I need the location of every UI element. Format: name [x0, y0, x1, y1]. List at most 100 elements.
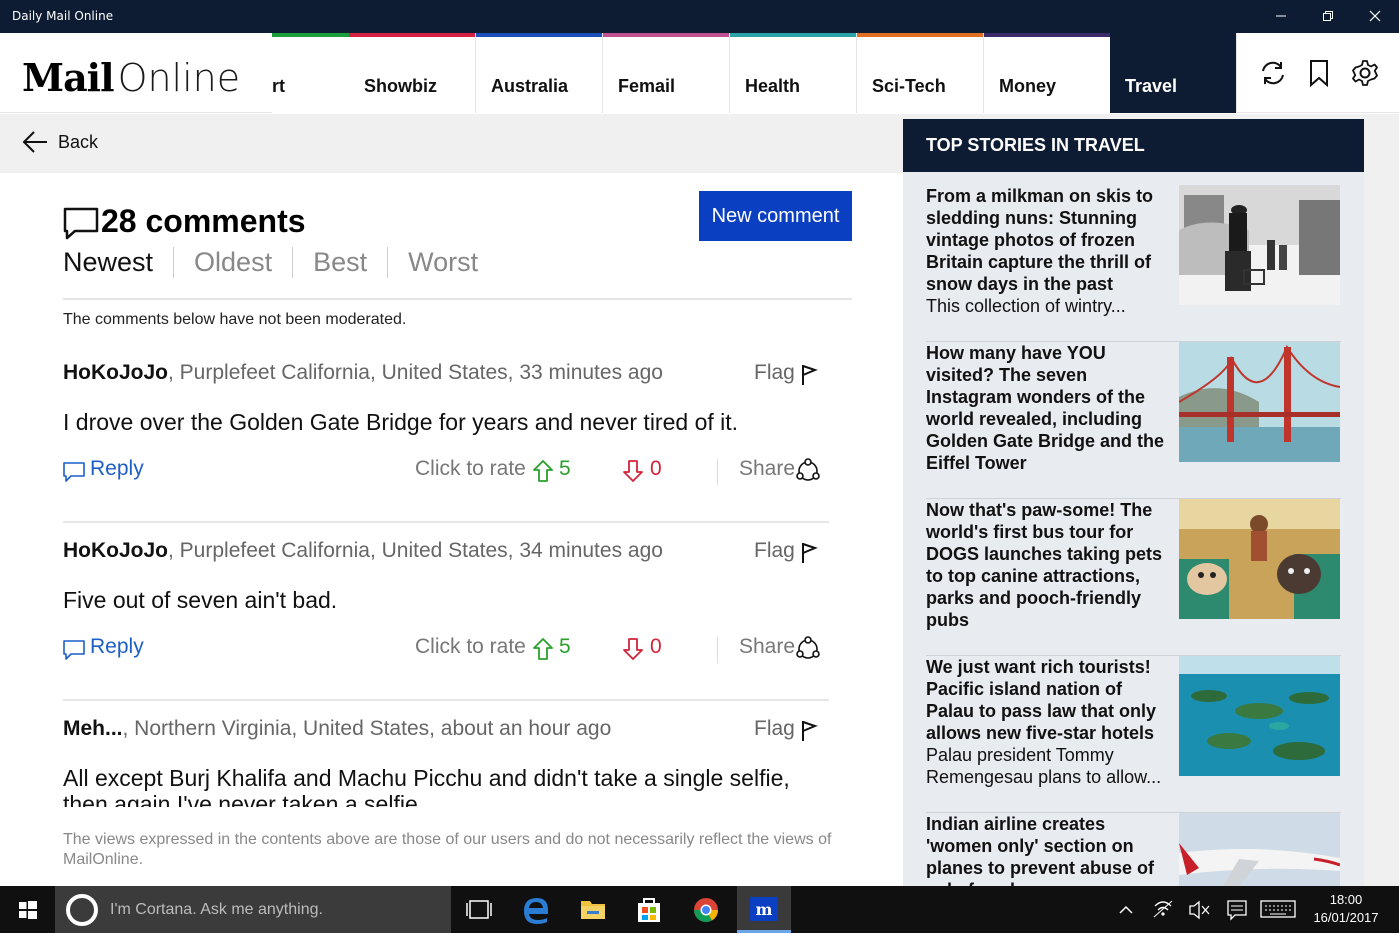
comment-meta: HoKoJoJo, Purplefeet California, United …	[63, 361, 663, 385]
story-text: How many have YOU visited? The seven Ins…	[926, 342, 1168, 474]
touch-keyboard-button[interactable]	[1258, 886, 1298, 933]
arrow-down-icon	[623, 638, 643, 660]
task-view-button[interactable]	[453, 886, 505, 933]
story-text: Indian airline creates 'women only' sect…	[926, 813, 1168, 886]
new-comment-button[interactable]: New comment	[699, 191, 852, 241]
taskbar-store[interactable]	[623, 886, 675, 933]
keyboard-icon	[1260, 900, 1296, 918]
close-button[interactable]	[1362, 4, 1388, 30]
comment-count-label: 28 comments	[101, 203, 306, 239]
comment-author[interactable]: HoKoJoJo	[63, 539, 168, 562]
flag-label: Flag	[754, 361, 795, 384]
comments-disclaimer: The views expressed in the contents abov…	[63, 831, 832, 868]
tab-sci-tech[interactable]: Sci-Tech	[857, 33, 984, 113]
comment-author[interactable]: HoKoJoJo	[63, 361, 168, 384]
flag-button[interactable]: Flag	[754, 717, 818, 741]
title-bar: Daily Mail Online	[0, 0, 1399, 33]
story-card[interactable]: We just want rich tourists! Pacific isla…	[926, 656, 1341, 813]
minimize-button[interactable]	[1268, 4, 1294, 30]
tab-color-bar	[603, 33, 729, 37]
story-thumbnail	[1179, 342, 1340, 462]
share-label: Share	[739, 457, 796, 480]
story-card[interactable]: From a milkman on skis to sledding nuns:…	[926, 185, 1341, 342]
click-to-rate-label: Click to rate	[415, 457, 526, 480]
wifi-status[interactable]	[1148, 886, 1178, 933]
svg-text:m: m	[756, 900, 773, 919]
show-hidden-icons-button[interactable]	[1112, 886, 1140, 933]
windows-logo-icon	[19, 901, 37, 919]
action-separator	[717, 637, 718, 663]
tab-australia[interactable]: Australia	[476, 33, 603, 113]
story-card[interactable]: How many have YOU visited? The seven Ins…	[926, 342, 1341, 499]
story-card[interactable]: Indian airline creates 'women only' sect…	[926, 813, 1341, 886]
tab-health[interactable]: Health	[730, 33, 857, 113]
start-button[interactable]	[0, 886, 55, 933]
volume-status[interactable]	[1184, 886, 1214, 933]
cortana-icon	[66, 894, 98, 926]
chrome-icon	[694, 898, 718, 923]
sort-worst[interactable]: Worst	[387, 247, 498, 278]
reply-icon	[63, 462, 85, 482]
comment-item: HoKoJoJo, Purplefeet California, United …	[63, 523, 829, 701]
comment-bubble-icon	[63, 207, 99, 240]
reply-icon	[63, 640, 85, 660]
tab-travel[interactable]: Travel	[1110, 33, 1237, 113]
arrow-down-icon	[623, 460, 643, 482]
wifi-icon	[1153, 900, 1173, 918]
tab-money[interactable]: Money	[984, 33, 1111, 113]
click-to-rate-label: Click to rate	[415, 635, 526, 658]
flag-button[interactable]: Flag	[754, 361, 818, 385]
refresh-icon[interactable]	[1259, 59, 1287, 89]
taskbar-chrome[interactable]	[680, 886, 732, 933]
story-text: Now that's paw-some! The world's first b…	[926, 499, 1168, 631]
edge-icon	[524, 898, 548, 924]
comment-text: I drove over the Golden Gate Bridge for …	[63, 409, 739, 435]
tab-femail[interactable]: Femail	[603, 33, 730, 113]
maximize-button[interactable]	[1315, 4, 1341, 30]
app-header: Mail Online rt Showbiz Australia Femail H…	[0, 33, 1399, 113]
notification-icon	[1227, 900, 1247, 921]
downvote-count: 0	[650, 457, 662, 480]
taskbar-mailonline[interactable]: m	[737, 886, 791, 933]
sort-oldest[interactable]: Oldest	[173, 247, 292, 278]
store-icon	[638, 898, 660, 922]
story-summary: This collection of wintry...	[926, 296, 1126, 316]
cortana-search-box[interactable]: I'm Cortana. Ask me anything.	[55, 886, 451, 933]
sort-best[interactable]: Best	[292, 247, 387, 278]
tab-label: Femail	[618, 76, 676, 96]
mailonline-app-icon: m	[750, 897, 778, 921]
action-separator	[717, 459, 718, 485]
back-button[interactable]: Back	[22, 130, 98, 159]
tab-showbiz[interactable]: Showbiz	[349, 33, 476, 113]
share-icon	[796, 458, 820, 481]
comment-text: All except Burj Khalifa and Machu Picchu…	[63, 765, 790, 807]
flag-icon	[802, 543, 818, 563]
share-icon	[796, 636, 820, 659]
upvote-count: 5	[559, 635, 571, 658]
volume-muted-icon	[1189, 900, 1210, 920]
sort-newest[interactable]: Newest	[63, 247, 173, 278]
flag-button[interactable]: Flag	[754, 539, 818, 563]
tab-color-bar	[984, 33, 1110, 37]
comment-author[interactable]: Meh...	[63, 717, 123, 740]
story-text: We just want rich tourists! Pacific isla…	[926, 656, 1168, 788]
bookmark-icon[interactable]	[1308, 59, 1330, 89]
story-card[interactable]: Now that's paw-some! The world's first b…	[926, 499, 1341, 656]
tab-color-bar	[730, 33, 856, 37]
action-center-button[interactable]	[1222, 886, 1252, 933]
taskbar-clock[interactable]: 18:00 16/01/2017	[1300, 891, 1392, 927]
top-stories-title: TOP STORIES IN TRAVEL	[926, 135, 1145, 155]
tab-label: Money	[999, 76, 1057, 96]
taskbar-file-explorer[interactable]	[567, 886, 619, 933]
mailonline-logo[interactable]: Mail Online	[22, 55, 240, 100]
taskbar-edge[interactable]	[510, 886, 562, 933]
comment-sort-tabs: Newest Oldest Best Worst	[63, 247, 498, 278]
settings-icon[interactable]	[1351, 59, 1379, 89]
comment-actions: Reply Click to rate 5 0 Share	[63, 457, 829, 487]
story-summary: Palau president Tommy Remengesau plans t…	[926, 745, 1162, 787]
share-button[interactable]: Share	[739, 457, 820, 481]
reply-label: Reply	[90, 635, 144, 658]
cortana-placeholder: I'm Cortana. Ask me anything.	[110, 901, 323, 918]
share-button[interactable]: Share	[739, 635, 820, 659]
story-headline: Now that's paw-some! The world's first b…	[926, 500, 1163, 630]
